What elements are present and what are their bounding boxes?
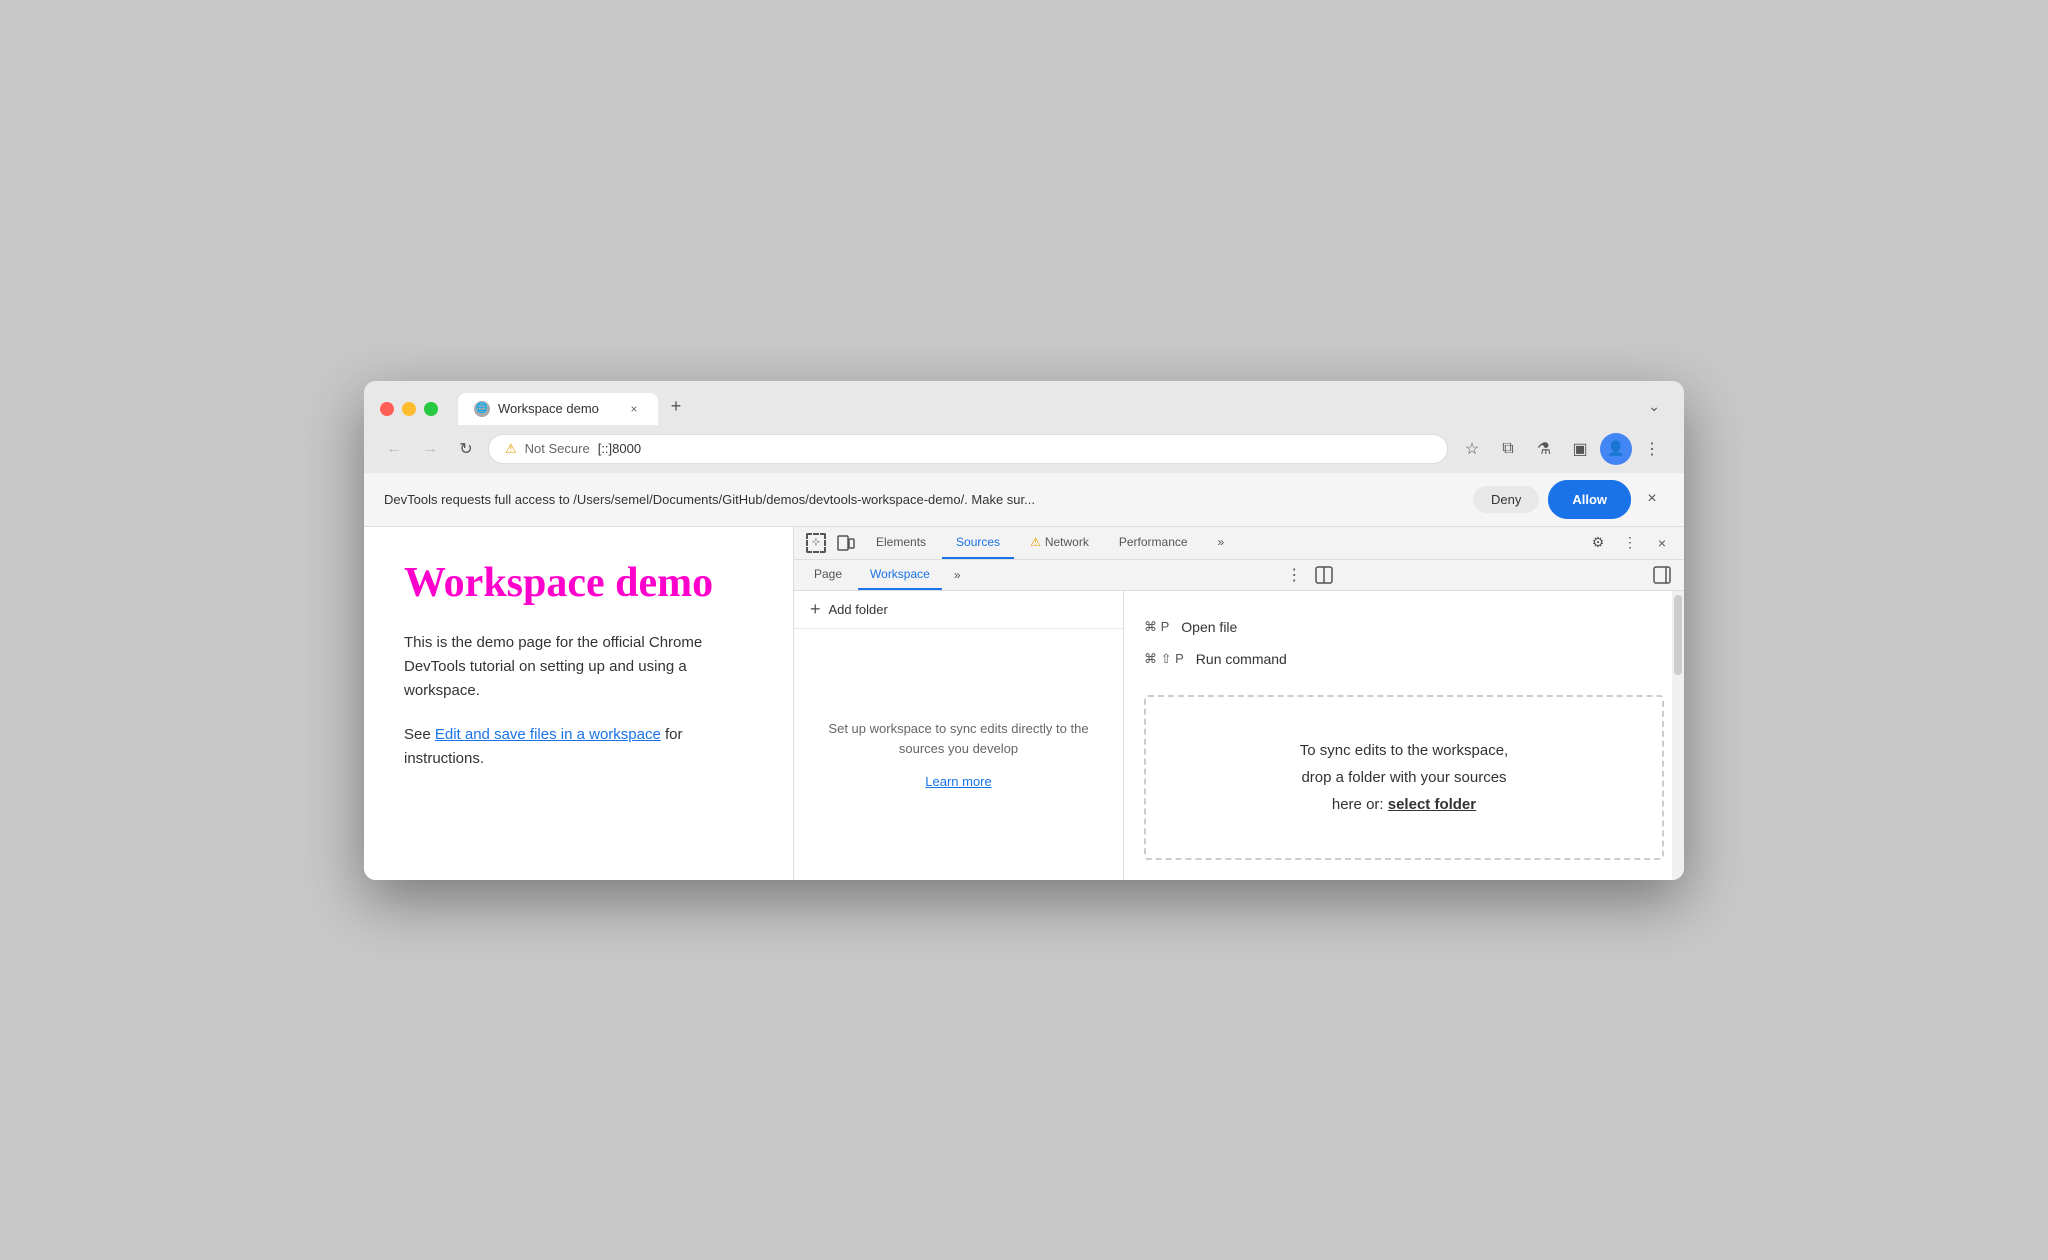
select-element-icon: ⊹ bbox=[806, 533, 826, 553]
side-panel-icon-area bbox=[1648, 561, 1676, 589]
open-file-keys: ⌘ P bbox=[1144, 619, 1169, 635]
shortcut-open-file: ⌘ P Open file bbox=[1144, 611, 1664, 643]
deny-button[interactable]: Deny bbox=[1473, 486, 1539, 513]
toolbar: ← → ↻ ⚠ Not Secure [::]8000 ☆ ⧉ ⚗ ▣ 👤 ⋮ bbox=[364, 425, 1684, 473]
sources-subtabs: Page Workspace » ⋮ bbox=[794, 560, 1684, 591]
tab-network[interactable]: ⚠Network bbox=[1016, 527, 1103, 559]
traffic-lights bbox=[380, 402, 438, 416]
not-secure-icon: ⚠ bbox=[505, 441, 517, 457]
devtools-kebab-button[interactable]: ⋮ bbox=[1616, 529, 1644, 557]
side-panel-button[interactable] bbox=[1648, 561, 1676, 589]
address-bar[interactable]: ⚠ Not Secure [::]8000 bbox=[488, 434, 1448, 464]
learn-more-link[interactable]: Learn more bbox=[925, 774, 991, 789]
drop-area-line2: drop a folder with your sources bbox=[1176, 764, 1632, 791]
page-body-2-prefix: See bbox=[404, 726, 435, 743]
minimize-traffic-light[interactable] bbox=[402, 402, 416, 416]
profile-button[interactable]: 👤 bbox=[1600, 433, 1632, 465]
select-folder-link[interactable]: select folder bbox=[1388, 796, 1476, 813]
page-content: Workspace demo This is the demo page for… bbox=[364, 527, 794, 880]
tab-close-button[interactable]: × bbox=[626, 401, 642, 417]
workspace-tutorial-link[interactable]: Edit and save files in a workspace bbox=[435, 726, 661, 743]
shortcut-run-command: ⌘ ⇧ P Run command bbox=[1144, 643, 1664, 675]
add-folder-plus-icon: + bbox=[810, 599, 821, 620]
side-panel-icon bbox=[1652, 565, 1672, 585]
inspect-element-button[interactable]: ⊹ bbox=[802, 529, 830, 557]
file-tree-panel: + Add folder Set up workspace to sync ed… bbox=[794, 591, 1124, 880]
add-folder-row[interactable]: + Add folder bbox=[794, 591, 1123, 629]
page-body-1: This is the demo page for the official C… bbox=[404, 631, 753, 703]
tab-more[interactable]: » bbox=[1204, 527, 1239, 559]
subtab-toggle-panel-button[interactable] bbox=[1312, 563, 1336, 587]
new-tab-button[interactable]: + bbox=[662, 393, 690, 421]
scrollbar-thumb[interactable] bbox=[1674, 595, 1682, 675]
back-button[interactable]: ← bbox=[380, 435, 408, 463]
allow-button[interactable]: Allow bbox=[1551, 483, 1628, 516]
device-toggle-button[interactable] bbox=[832, 529, 860, 557]
title-bar: 🌐 Workspace demo × + ⌄ bbox=[364, 381, 1684, 425]
run-command-keys: ⌘ ⇧ P bbox=[1144, 651, 1184, 667]
page-body-2: See Edit and save files in a workspace f… bbox=[404, 723, 753, 771]
drop-area-line1: To sync edits to the workspace, bbox=[1176, 737, 1632, 764]
lab-button[interactable]: ⚗ bbox=[1528, 433, 1560, 465]
devtools-tab-icons: ⚙ ⋮ × bbox=[1584, 529, 1676, 557]
close-traffic-light[interactable] bbox=[380, 402, 394, 416]
menu-button[interactable]: ⋮ bbox=[1636, 433, 1668, 465]
devtools-close-button[interactable]: × bbox=[1648, 529, 1676, 557]
toolbar-icons: ☆ ⧉ ⚗ ▣ 👤 ⋮ bbox=[1456, 433, 1668, 465]
subtab-workspace[interactable]: Workspace bbox=[858, 560, 942, 590]
run-command-desc: Run command bbox=[1196, 651, 1287, 667]
sources-body-wrapper: + Add folder Set up workspace to sync ed… bbox=[794, 591, 1684, 880]
scrollbar-track[interactable] bbox=[1672, 591, 1684, 880]
tab-bar: 🌐 Workspace demo × + bbox=[458, 393, 1628, 425]
drop-area-prefix: here or: bbox=[1332, 796, 1388, 813]
network-warning-icon: ⚠ bbox=[1030, 535, 1041, 549]
subtab-kebab-button[interactable]: ⋮ bbox=[1280, 561, 1308, 589]
extension-button[interactable]: ⧉ bbox=[1492, 433, 1524, 465]
file-tree-empty: Set up workspace to sync edits directly … bbox=[794, 629, 1123, 880]
sidebar-button[interactable]: ▣ bbox=[1564, 433, 1596, 465]
refresh-button[interactable]: ↻ bbox=[452, 435, 480, 463]
browser-window: 🌐 Workspace demo × + ⌄ ← → ↻ ⚠ Not Secur… bbox=[364, 381, 1684, 880]
forward-button[interactable]: → bbox=[416, 435, 444, 463]
drop-area-line3: here or: select folder bbox=[1176, 791, 1632, 818]
main-content: Workspace demo This is the demo page for… bbox=[364, 527, 1684, 880]
devtools-tabs: ⊹ Elements Sources ⚠Network Performance … bbox=[794, 527, 1684, 560]
active-tab[interactable]: 🌐 Workspace demo × bbox=[458, 393, 658, 425]
devtools-panel: ⊹ Elements Sources ⚠Network Performance … bbox=[794, 527, 1684, 880]
subtab-more[interactable]: » bbox=[946, 562, 969, 588]
maximize-traffic-light[interactable] bbox=[424, 402, 438, 416]
tab-favicon: 🌐 bbox=[474, 401, 490, 417]
notification-bar: DevTools requests full access to /Users/… bbox=[364, 473, 1684, 527]
bookmark-button[interactable]: ☆ bbox=[1456, 433, 1488, 465]
add-folder-label: Add folder bbox=[829, 602, 888, 617]
drop-area: To sync edits to the workspace, drop a f… bbox=[1144, 695, 1664, 860]
not-secure-label: Not Secure bbox=[525, 441, 590, 456]
device-icon bbox=[837, 534, 855, 552]
devtools-settings-button[interactable]: ⚙ bbox=[1584, 529, 1612, 557]
tab-sources[interactable]: Sources bbox=[942, 527, 1014, 559]
page-title: Workspace demo bbox=[404, 559, 753, 607]
address-text: [::]8000 bbox=[598, 441, 641, 456]
tab-chevron-icon[interactable]: ⌄ bbox=[1640, 394, 1668, 419]
toggle-panel-icon bbox=[1314, 565, 1334, 585]
tab-elements[interactable]: Elements bbox=[862, 527, 940, 559]
editor-panel: ⌘ P Open file ⌘ ⇧ P Run command To sync … bbox=[1124, 591, 1684, 880]
tab-performance[interactable]: Performance bbox=[1105, 527, 1202, 559]
sources-body: + Add folder Set up workspace to sync ed… bbox=[794, 591, 1684, 880]
subtab-page[interactable]: Page bbox=[802, 560, 854, 590]
notification-close-button[interactable]: × bbox=[1640, 487, 1664, 511]
notification-text: DevTools requests full access to /Users/… bbox=[384, 492, 1461, 507]
file-tree-empty-text: Set up workspace to sync edits directly … bbox=[814, 719, 1103, 758]
open-file-desc: Open file bbox=[1181, 619, 1237, 635]
tab-title: Workspace demo bbox=[498, 401, 599, 416]
